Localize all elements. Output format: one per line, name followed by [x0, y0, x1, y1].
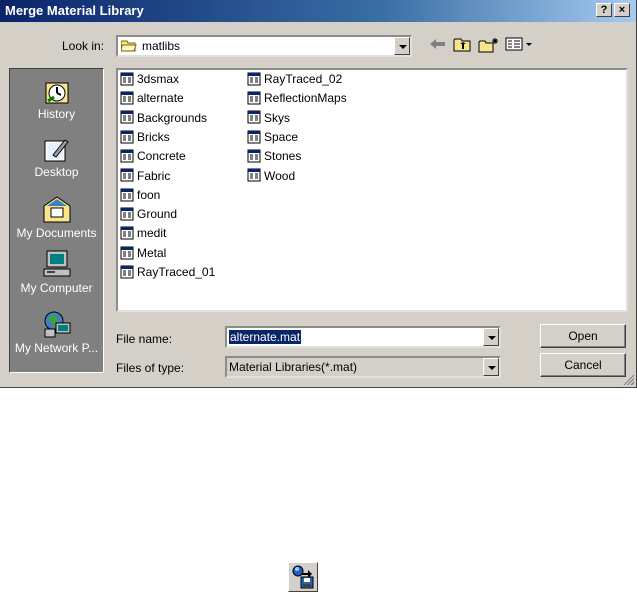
material-library-file-icon [120, 207, 134, 221]
file-item[interactable]: Concrete [120, 148, 186, 166]
files-of-type-label: Files of type: [116, 361, 185, 375]
files-of-type-value: Material Libraries(*.mat) [229, 360, 358, 374]
file-item-label: medit [137, 226, 167, 241]
material-library-file-icon [120, 110, 134, 124]
help-button[interactable]: ? [596, 3, 612, 17]
file-item[interactable]: Space [247, 129, 298, 147]
file-item[interactable]: alternate [120, 90, 184, 108]
material-library-file-icon [120, 226, 134, 240]
file-item[interactable]: Ground [120, 206, 177, 224]
file-list[interactable]: 3dsmax alternate Backgrounds Bricks Concrete… [116, 68, 628, 312]
place-history[interactable]: History [10, 79, 103, 121]
file-item[interactable]: Bricks [120, 129, 170, 147]
look-in-dropdown-button[interactable] [394, 37, 410, 55]
file-item[interactable]: Metal [120, 245, 166, 263]
back-arrow-icon[interactable] [428, 37, 448, 55]
file-item-label: Metal [137, 245, 167, 260]
place-history-label: History [37, 107, 76, 121]
up-folder-icon[interactable] [453, 37, 473, 55]
file-item-label: ReflectionMaps [264, 91, 347, 106]
look-in-combo[interactable]: matlibs [116, 35, 412, 57]
material-library-file-icon [120, 130, 134, 144]
material-library-file-icon [120, 188, 134, 202]
file-item[interactable]: foon [120, 187, 160, 205]
file-item[interactable]: medit [120, 225, 166, 243]
file-item-label: RayTraced_01 [137, 264, 216, 279]
material-library-file-icon [120, 168, 134, 182]
file-item-label: Space [264, 129, 299, 144]
file-name-dropdown-button[interactable] [483, 328, 499, 346]
material-library-file-icon [120, 265, 134, 279]
file-item-label: 3dsmax [137, 71, 180, 86]
file-item[interactable]: RayTraced_02 [247, 71, 342, 89]
files-of-type-dropdown-button[interactable] [483, 358, 499, 376]
places-bar: History Desktop My Documents My Computer… [9, 68, 104, 373]
desktop-icon [44, 139, 69, 162]
my-documents-icon [43, 196, 70, 223]
material-library-file-icon [120, 246, 134, 260]
file-item[interactable]: Skys [247, 110, 290, 128]
file-name-value[interactable]: alternate.mat [229, 330, 302, 344]
look-in-label: Look in: [62, 39, 104, 53]
file-item[interactable]: ReflectionMaps [247, 90, 347, 108]
file-item[interactable]: Backgrounds [120, 110, 207, 128]
place-my-documents-label: My Documents [16, 226, 97, 240]
place-my-computer-label: My Computer [20, 281, 93, 295]
files-of-type-select[interactable]: Material Libraries(*.mat) [225, 356, 501, 378]
material-library-file-icon [120, 91, 134, 105]
new-folder-icon[interactable] [478, 37, 500, 55]
folder-icon [121, 40, 137, 52]
material-library-file-icon [247, 168, 261, 182]
file-item-label: Skys [264, 110, 291, 125]
get-material-button[interactable] [288, 562, 318, 592]
my-network-places-icon [44, 311, 70, 338]
file-item-label: Backgrounds [137, 110, 208, 125]
file-item[interactable]: Stones [247, 148, 301, 166]
file-item-label: Bricks [137, 129, 170, 144]
material-library-file-icon [247, 91, 261, 105]
my-computer-icon [43, 250, 70, 277]
material-library-file-icon [120, 149, 134, 163]
views-menu-icon[interactable] [505, 37, 535, 55]
close-button[interactable]: × [614, 3, 630, 17]
file-name-label: File name: [116, 332, 173, 346]
place-my-computer[interactable]: My Computer [10, 249, 103, 295]
material-library-file-icon [120, 72, 134, 86]
place-my-network-places-label: My Network P... [14, 341, 99, 355]
file-item-label: foon [137, 187, 161, 202]
resize-grip[interactable] [622, 373, 634, 385]
place-desktop-label: Desktop [34, 165, 79, 179]
look-in-value: matlibs [142, 39, 181, 53]
look-in-label-text: Look in: [62, 39, 105, 53]
material-library-file-icon [247, 72, 261, 86]
open-button[interactable]: Open [540, 324, 626, 348]
place-desktop[interactable]: Desktop [10, 137, 103, 179]
place-my-documents[interactable]: My Documents [10, 194, 103, 240]
material-library-file-icon [247, 130, 261, 144]
get-material-icon [292, 565, 314, 589]
cancel-button[interactable]: Cancel [540, 353, 626, 377]
merge-material-library-dialog: Merge Material Library ? × Look in: matl… [0, 0, 637, 388]
file-item[interactable]: Wood [247, 168, 295, 186]
file-name-field[interactable]: alternate.mat [225, 326, 501, 348]
history-icon [45, 82, 68, 104]
place-my-network-places[interactable]: My Network P... [10, 309, 103, 355]
file-item-label: Wood [264, 168, 296, 183]
title-bar[interactable]: Merge Material Library ? × [0, 0, 636, 22]
material-library-file-icon [247, 110, 261, 124]
file-item-label: RayTraced_02 [264, 71, 343, 86]
window-title: Merge Material Library [5, 3, 144, 18]
file-item-label: Ground [137, 206, 178, 221]
file-item-label: Fabric [137, 168, 171, 183]
file-name-input: alternate.mat [229, 330, 302, 344]
file-item[interactable]: Fabric [120, 168, 170, 186]
file-item[interactable]: RayTraced_01 [120, 264, 215, 282]
material-library-file-icon [247, 149, 261, 163]
file-item-label: alternate [137, 91, 184, 106]
file-item[interactable]: 3dsmax [120, 71, 179, 89]
file-item-label: Concrete [137, 149, 186, 164]
file-item-label: Stones [264, 149, 302, 164]
